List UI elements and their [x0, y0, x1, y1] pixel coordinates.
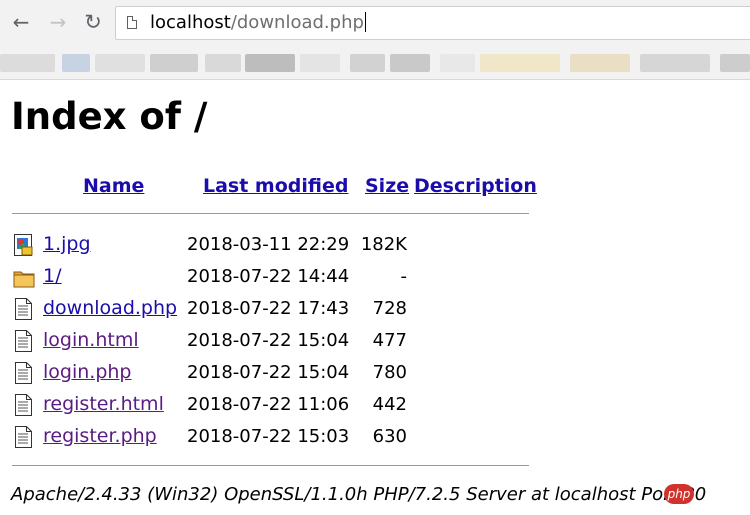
- file-row: register.html 2018-07-22 11:06 442: [0, 390, 750, 420]
- file-size: 630: [372, 426, 407, 447]
- back-arrow-icon[interactable]: ←: [9, 10, 33, 34]
- file-modified: 2018-07-22 15:03: [187, 426, 350, 447]
- bookmark-item[interactable]: [245, 54, 295, 72]
- text-caret: [364, 12, 366, 32]
- bookmark-item[interactable]: [0, 54, 55, 72]
- page-info-icon[interactable]: [127, 16, 137, 29]
- file-link[interactable]: register.php: [43, 425, 157, 447]
- file-row: login.php 2018-07-22 15:04 780: [0, 358, 750, 388]
- file-icon[interactable]: [13, 329, 35, 353]
- bookmarks-bar: [0, 45, 750, 80]
- address-bar[interactable]: localhost/download.php: [115, 6, 750, 40]
- file-size: 728: [372, 298, 407, 319]
- folder-icon[interactable]: [13, 265, 35, 289]
- file-link[interactable]: login.html: [43, 329, 139, 351]
- bookmark-item[interactable]: [440, 54, 475, 72]
- file-icon[interactable]: [13, 297, 35, 321]
- url-host: localhost: [150, 12, 231, 33]
- bookmark-item[interactable]: [570, 54, 630, 72]
- file-link[interactable]: download.php: [43, 297, 177, 319]
- file-modified: 2018-07-22 15:04: [187, 362, 350, 383]
- bookmark-item[interactable]: [205, 54, 241, 72]
- bookmark-item[interactable]: [150, 54, 198, 72]
- url-path: /download.php: [230, 12, 364, 33]
- bookmark-item[interactable]: [720, 54, 750, 72]
- table-divider-bottom: [12, 465, 529, 466]
- file-size: 780: [372, 362, 407, 383]
- file-row: register.php 2018-07-22 15:03 630: [0, 422, 750, 452]
- file-icon[interactable]: [13, 425, 35, 449]
- file-row: 1/2018-07-22 14:44 -: [0, 262, 750, 292]
- file-modified: 2018-07-22 17:43: [187, 298, 350, 319]
- file-link[interactable]: 1.jpg: [43, 233, 91, 255]
- image-icon[interactable]: [13, 233, 35, 257]
- file-size: -: [400, 266, 408, 287]
- file-modified: 2018-07-22 11:06: [187, 394, 350, 415]
- browser-toolbar: ← → ↻ localhost/download.php: [0, 0, 750, 45]
- file-row: login.html 2018-07-22 15:04 477: [0, 326, 750, 356]
- file-size: 182K: [360, 234, 407, 255]
- bookmark-item[interactable]: [300, 54, 340, 72]
- file-modified: 2018-07-22 15:04: [187, 330, 350, 351]
- file-modified: 2018-03-11 22:29: [187, 234, 350, 255]
- sort-by-size-link[interactable]: Size: [365, 175, 409, 197]
- server-signature: Apache/2.4.33 (Win32) OpenSSL/1.1.0h PHP…: [11, 484, 707, 505]
- file-link[interactable]: login.php: [43, 361, 132, 383]
- file-icon[interactable]: [13, 393, 35, 417]
- file-modified: 2018-07-22 14:44: [187, 266, 350, 287]
- bookmark-item[interactable]: [95, 54, 145, 72]
- sort-by-name-link[interactable]: Name: [83, 175, 144, 197]
- sort-by-description-link[interactable]: Description: [414, 175, 537, 197]
- file-size: 442: [372, 394, 407, 415]
- bookmark-item[interactable]: [480, 54, 560, 72]
- url-text[interactable]: localhost/download.php: [150, 11, 366, 35]
- file-row: download.php 2018-07-22 17:43 728: [0, 294, 750, 324]
- bookmark-item[interactable]: [350, 54, 385, 72]
- file-link[interactable]: 1/: [43, 265, 62, 287]
- file-row: 1.jpg 2018-03-11 22:29 182K: [0, 230, 750, 260]
- file-link[interactable]: register.html: [43, 393, 164, 415]
- page-title: Index of /: [11, 95, 208, 138]
- table-divider-top: [12, 213, 529, 214]
- reload-icon[interactable]: ↻: [81, 10, 105, 34]
- forward-arrow-icon[interactable]: →: [46, 10, 70, 34]
- bookmark-item[interactable]: [640, 54, 710, 72]
- bookmark-item[interactable]: [62, 54, 90, 72]
- file-icon[interactable]: [13, 361, 35, 385]
- bookmark-item[interactable]: [390, 54, 430, 72]
- watermark-logo: php: [664, 484, 694, 504]
- file-size: 477: [372, 330, 407, 351]
- sort-by-last-modified-link[interactable]: Last modified: [203, 175, 348, 197]
